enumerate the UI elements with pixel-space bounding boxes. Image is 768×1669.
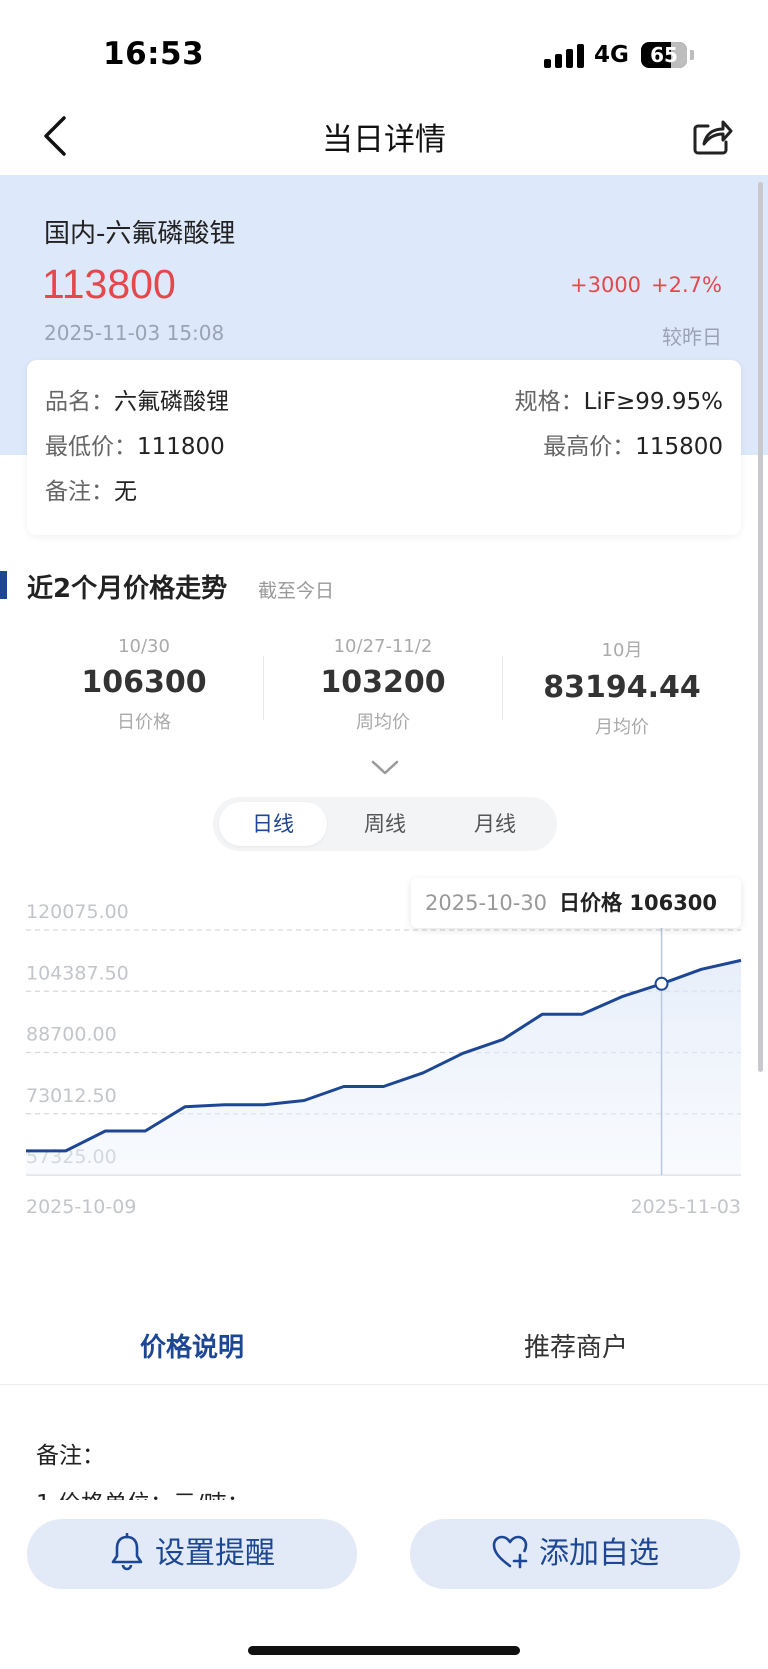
stat-value: 103200 [320,665,446,700]
battery-level: 65 [650,43,678,67]
x-tick-label: 2025-10-09 [26,1196,136,1218]
stat-value: 106300 [81,665,207,700]
share-icon[interactable] [690,114,734,158]
page-title: 当日详情 [322,122,446,158]
info-row-name: 品名：六氟磷酸锂 规格：LiF≥99.95% [45,382,723,415]
scrollbar[interactable] [758,182,763,1072]
price-change: +3000 +2.7% [570,273,722,297]
segment-monthly[interactable]: 月线 [441,802,549,846]
section-accent-bar [0,571,7,599]
price-chart[interactable]: 120075.00104387.5088700.0073012.5057325.… [0,870,768,1300]
spec-label: 规格： [514,389,584,415]
tooltip-value: 106300 [629,891,718,915]
nav-bar: 当日详情 [0,100,768,175]
status-bar: 16:53 4G 65 [0,0,768,100]
low-value: 111800 [137,434,225,460]
segment-weekly[interactable]: 周线 [331,802,439,846]
bottom-action-bar: 设置提醒 添加自选 [0,1500,768,1669]
info-row-price-range: 最低价：111800 最高价：115800 [45,427,723,460]
stat-period: 10月 [601,640,643,661]
tooltip-date: 2025-10-30 [425,891,548,915]
tooltip-label: 日价格 [559,891,623,915]
product-name: 国内-六氟磷酸锂 [44,219,236,249]
detail-tabs: 价格说明 推荐商户 [0,1315,768,1385]
y-tick-label: 88700.00 [26,1024,117,1046]
change-percent: +2.7% [651,273,722,297]
tab-recommended-merchants[interactable]: 推荐商户 [384,1327,768,1364]
home-indicator [248,1646,520,1655]
status-time: 16:53 [103,36,205,72]
stat-label: 周均价 [356,712,410,733]
info-row-note: 备注：无 [45,472,723,505]
set-reminder-label: 设置提醒 [155,1536,275,1571]
spec-value: LiF≥99.95% [583,389,723,415]
price-chart-svg: 120075.00104387.5088700.0073012.5057325.… [26,901,742,1218]
signal-icon [544,44,584,68]
heart-plus-icon [492,1535,528,1568]
segment-daily[interactable]: 日线 [219,802,327,846]
stat-daily: 10/30 106300 日价格 [25,636,263,734]
y-tick-label: 104387.50 [26,962,129,984]
change-amount: +3000 [570,273,642,297]
stat-monthly: 10月 83194.44 月均价 [503,636,741,739]
trend-subtitle: 截至今日 [258,580,335,602]
current-price: 113800 [42,261,176,307]
name-label: 品名： [45,389,114,415]
y-tick-label: 120075.00 [26,901,129,923]
stat-value: 83194.44 [543,670,701,705]
bell-icon [111,1532,143,1570]
product-name-value: 六氟磷酸锂 [114,389,229,415]
y-tick-label: 73012.50 [26,1085,117,1107]
price-stats: 10/30 106300 日价格 10/27-11/2 103200 周均价 1… [25,636,741,746]
chart-tooltip: 2025-10-30 日价格 106300 [411,878,741,928]
high-value: 115800 [635,434,723,460]
note-label: 备注： [45,479,114,505]
notes-title: 备注： [36,1443,105,1469]
trend-title: 近2个月价格走势 [27,574,228,604]
battery-icon: 65 [641,42,687,68]
stat-period: 10/27-11/2 [333,636,433,657]
stat-label: 月均价 [595,717,649,738]
set-reminder-button[interactable]: 设置提醒 [27,1519,357,1589]
product-info-card: 品名：六氟磷酸锂 规格：LiF≥99.95% 最低价：111800 最高价：11… [27,360,741,535]
tab-price-note[interactable]: 价格说明 [0,1327,384,1364]
stat-period: 10/30 [118,636,170,657]
high-label: 最高价： [543,434,636,460]
chevron-down-icon[interactable] [370,758,400,778]
add-favorite-button[interactable]: 添加自选 [410,1519,740,1589]
low-label: 最低价： [45,434,137,460]
period-segmented-control: 日线 周线 月线 [213,797,557,851]
add-favorite-label: 添加自选 [539,1536,659,1571]
stat-weekly: 10/27-11/2 103200 周均价 [264,636,502,734]
stat-label: 日价格 [117,712,171,733]
note-value: 无 [114,479,137,505]
compare-label: 较昨日 [662,325,722,349]
x-tick-label: 2025-11-03 [631,1196,741,1218]
network-type: 4G [594,42,629,68]
update-timestamp: 2025-11-03 15:08 [44,321,225,345]
highlight-point [654,976,669,991]
